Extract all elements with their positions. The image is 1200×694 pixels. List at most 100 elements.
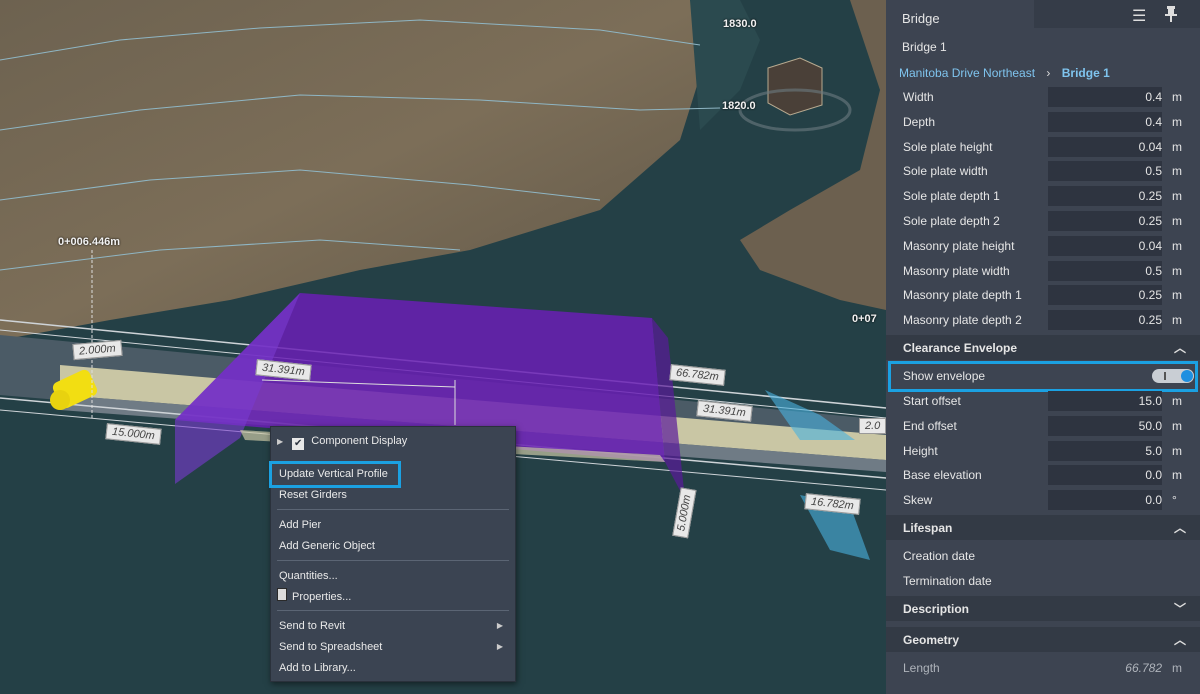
property-row: Masonry plate depth 1 0.25 m	[886, 283, 1200, 308]
property-row: Sole plate width 0.5 m	[886, 159, 1200, 184]
property-unit: m	[1172, 263, 1182, 278]
property-label: Skew	[903, 493, 933, 508]
menu-item-quantities[interactable]: Quantities...	[279, 567, 338, 585]
property-label: Base elevation	[903, 468, 982, 483]
property-value: 0.04	[1138, 238, 1162, 253]
contour-label: 1830.0	[723, 18, 757, 30]
menu-separator	[277, 560, 509, 561]
property-value: 50.0	[1138, 418, 1162, 433]
menu-item-reset-girders[interactable]: Reset Girders	[279, 486, 347, 504]
chevron-down-icon: ﹀	[1173, 602, 1186, 616]
property-label: Sole plate width	[903, 164, 988, 179]
chevron-up-icon: ︿	[1173, 633, 1186, 647]
property-label: Masonry plate width	[903, 263, 1010, 278]
panel-header: Bridge ☰	[886, 0, 1200, 28]
property-label: Masonry plate depth 1	[903, 288, 1022, 303]
property-value: 0.25	[1138, 288, 1162, 303]
station-label: 0+006.446m	[58, 236, 121, 248]
submenu-arrow-icon: ▶	[496, 642, 503, 651]
menu-item-send-to-revit[interactable]: Send to Revit ▶	[279, 617, 507, 635]
station-label: 0+07	[852, 313, 877, 325]
properties-icon	[277, 588, 287, 601]
property-row: Sole plate depth 1 0.25 m	[886, 184, 1200, 209]
properties-panel: Bridge ☰ Bridge 1 Manitoba Drive Northea…	[886, 0, 1200, 694]
checkbox-icon[interactable]: ✔	[292, 438, 305, 450]
property-row: Sole plate height 0.04 m	[886, 135, 1200, 160]
menu-separator	[277, 509, 509, 510]
contour-label: 1820.0	[722, 100, 756, 112]
pin-icon[interactable]	[1164, 6, 1178, 22]
menu-item-add-pier[interactable]: Add Pier	[279, 516, 321, 534]
property-row: Masonry plate depth 2 0.25 m	[886, 308, 1200, 333]
section-description[interactable]: Description ﹀	[886, 596, 1200, 621]
property-value: 0.4	[1145, 90, 1162, 104]
menu-icon[interactable]: ☰	[1132, 6, 1146, 26]
property-unit: m	[1172, 164, 1182, 179]
property-unit: m	[1172, 443, 1182, 458]
property-value: 5.0	[1145, 443, 1162, 458]
property-unit: m	[1172, 90, 1182, 104]
highlight-box	[269, 461, 401, 488]
property-value: 0.0	[1145, 493, 1162, 508]
property-unit: m	[1172, 214, 1182, 228]
property-label: Sole plate depth 2	[903, 214, 1000, 228]
menu-item-properties[interactable]: Properties...	[277, 588, 351, 606]
section-clearance-envelope[interactable]: Clearance Envelope ︿	[886, 335, 1200, 360]
property-value: 0.5	[1145, 263, 1162, 278]
property-unit: m	[1172, 418, 1182, 433]
breadcrumb: Manitoba Drive Northeast › Bridge 1	[899, 66, 1110, 80]
property-row: End offset 50.0 m	[886, 414, 1200, 439]
property-label: Width	[903, 90, 934, 104]
property-value: 0.4	[1145, 114, 1162, 129]
property-unit: m	[1172, 394, 1182, 408]
length-value: 66.782	[1125, 661, 1162, 675]
property-unit: °	[1172, 493, 1177, 508]
property-label: Height	[903, 443, 938, 458]
highlight-box	[888, 361, 1198, 392]
breadcrumb-current[interactable]: Bridge 1	[1062, 66, 1110, 80]
property-row: Depth 0.4 m	[886, 110, 1200, 135]
section-geometry[interactable]: Geometry ︿	[886, 627, 1200, 652]
menu-item-send-to-spreadsheet[interactable]: Send to Spreadsheet ▶	[279, 638, 507, 656]
menu-item-add-to-library[interactable]: Add to Library...	[279, 659, 356, 677]
property-unit: m	[1172, 238, 1182, 253]
property-value: 15.0	[1138, 394, 1162, 408]
property-value: 0.25	[1138, 313, 1162, 328]
chevron-up-icon: ︿	[1173, 521, 1186, 535]
property-unit: m	[1172, 139, 1182, 154]
property-value: 0.25	[1138, 189, 1162, 204]
menu-item-add-generic-object[interactable]: Add Generic Object	[279, 537, 375, 555]
property-row: Skew 0.0 °	[886, 488, 1200, 513]
tab-bridge[interactable]: Bridge	[886, 0, 1034, 28]
property-unit: m	[1172, 189, 1182, 204]
property-row: Height 5.0 m	[886, 439, 1200, 464]
3d-viewport[interactable]: 1830.0 1820.0 0+006.446m 0+07 2.000m 31.…	[0, 0, 886, 694]
property-row: Width 0.4 m	[886, 85, 1200, 110]
property-label: Masonry plate depth 2	[903, 313, 1022, 328]
property-label: Start offset	[903, 394, 961, 408]
object-name: Bridge 1	[902, 40, 947, 54]
property-value: 0.5	[1145, 164, 1162, 179]
view-cube	[767, 57, 823, 116]
property-unit: m	[1172, 468, 1182, 483]
dimension-label[interactable]: 2.0	[859, 418, 886, 434]
property-row: Masonry plate height 0.04 m	[886, 234, 1200, 259]
property-unit: m	[1172, 114, 1182, 129]
property-value: 0.25	[1138, 214, 1162, 228]
chevron-up-icon: ︿	[1173, 341, 1186, 355]
length-row: Length 66.782 m	[903, 661, 1182, 675]
creation-date-row[interactable]: Creation date	[886, 544, 1200, 569]
property-row: Base elevation 0.0 m	[886, 463, 1200, 488]
property-row: Start offset 15.0 m	[886, 389, 1200, 414]
property-unit: m	[1172, 288, 1182, 303]
menu-separator	[277, 610, 509, 611]
panel-title: Bridge	[902, 11, 940, 26]
property-label: Masonry plate height	[903, 238, 1015, 253]
property-value: 0.0	[1145, 468, 1162, 483]
expand-arrow-icon: ▶	[277, 437, 284, 446]
breadcrumb-link[interactable]: Manitoba Drive Northeast	[899, 66, 1035, 80]
section-lifespan[interactable]: Lifespan ︿	[886, 515, 1200, 540]
termination-date-row[interactable]: Termination date	[886, 569, 1200, 594]
menu-item-component-display[interactable]: ▶ ✔ Component Display	[277, 432, 407, 450]
property-label: Sole plate depth 1	[903, 189, 1000, 204]
